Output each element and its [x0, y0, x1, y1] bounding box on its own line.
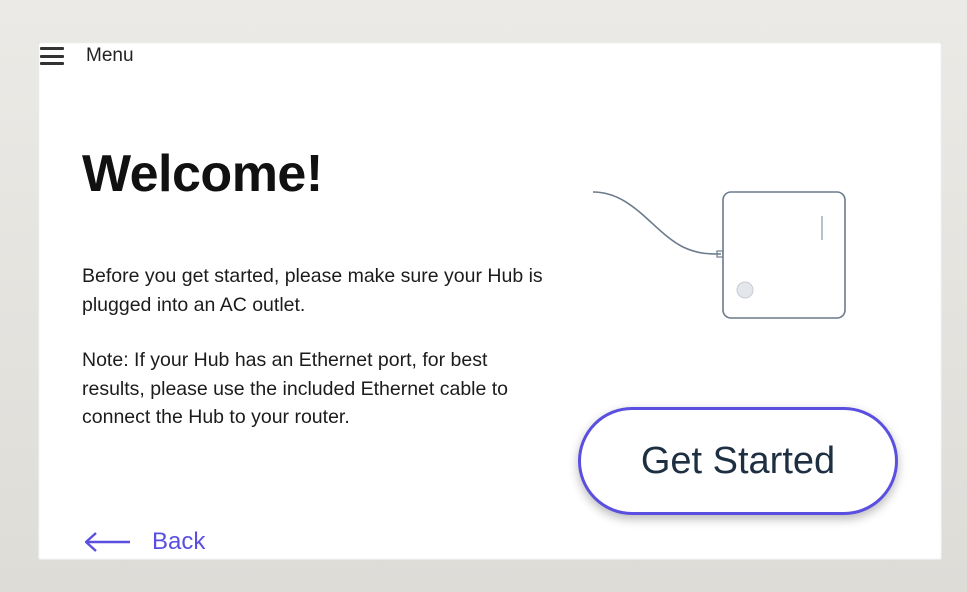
hamburger-icon — [40, 47, 64, 65]
arrow-left-icon — [82, 531, 132, 553]
setup-screen: Menu Welcome! Before you get started, pl… — [38, 42, 942, 560]
note-text: Note: If your Hub has an Ethernet port, … — [82, 349, 509, 428]
get-started-button[interactable]: Get Started — [578, 407, 898, 515]
instruction-text: Before you get started, please make sure… — [82, 265, 543, 316]
device-bezel: Menu Welcome! Before you get started, pl… — [0, 0, 967, 592]
menu-button[interactable]: Menu — [38, 42, 134, 70]
page-title: Welcome! — [82, 145, 323, 203]
menu-label: Menu — [86, 45, 134, 66]
back-label: Back — [152, 528, 206, 555]
back-button[interactable]: Back — [82, 528, 205, 556]
hub-device-icon — [592, 182, 853, 327]
